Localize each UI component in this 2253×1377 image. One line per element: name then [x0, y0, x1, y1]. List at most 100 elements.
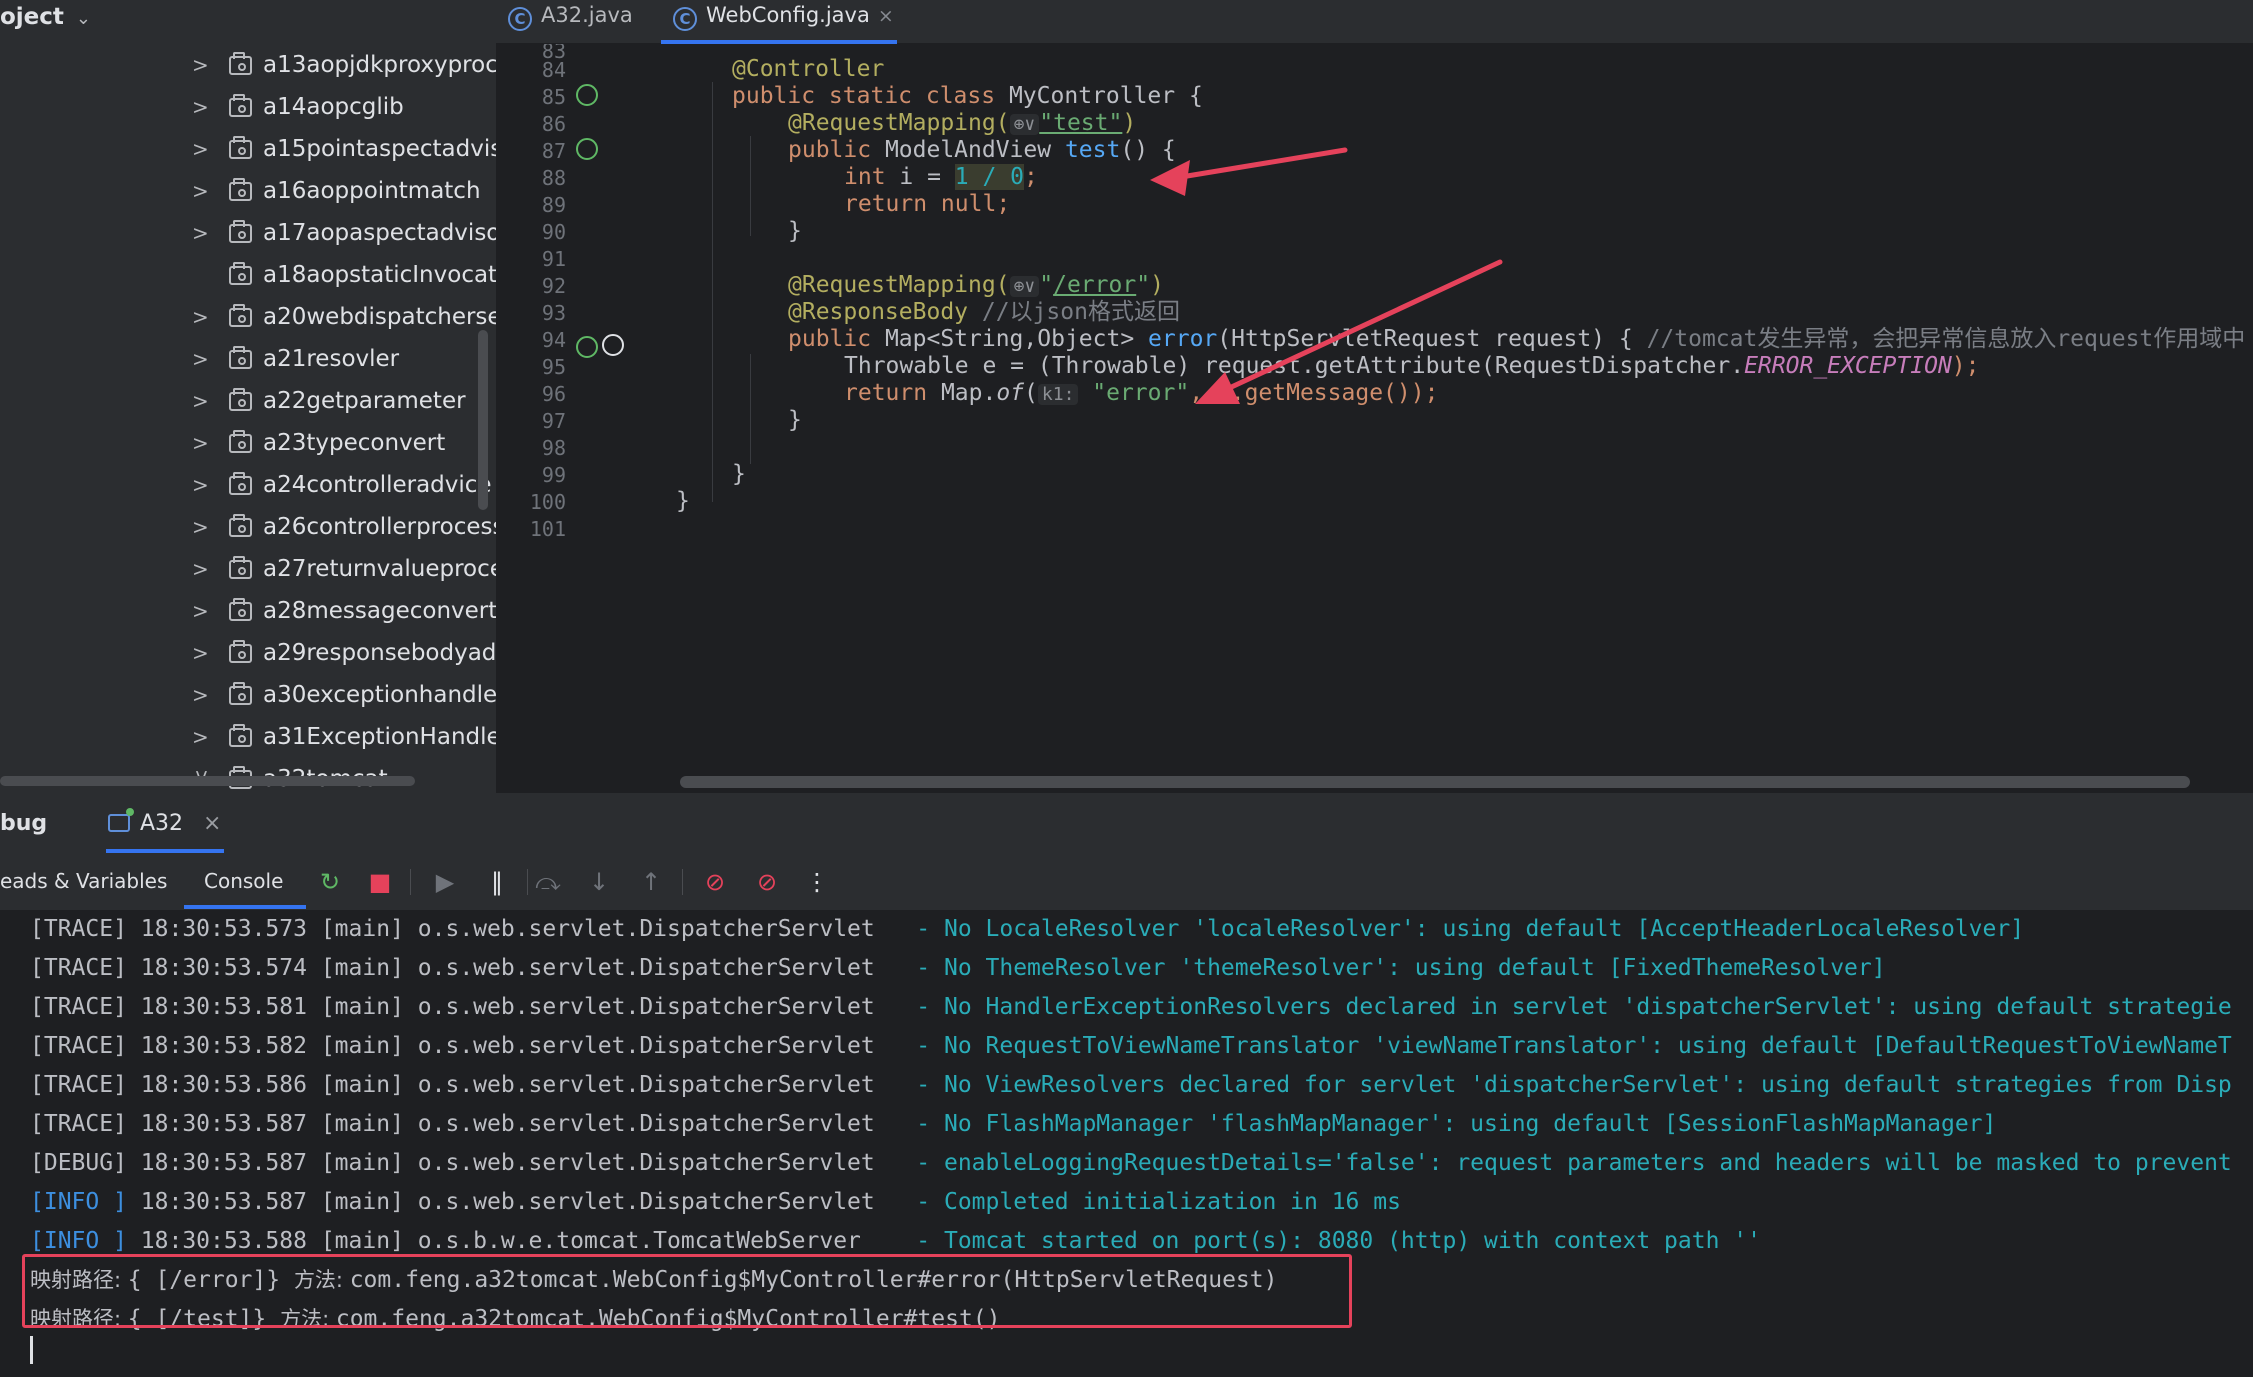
log-logger: o.s.web.servlet.DispatcherServlet [417, 994, 903, 1020]
line-number: 101 [529, 517, 566, 541]
tree-item[interactable]: > a28messageconvert [0, 590, 496, 632]
tree-item[interactable]: > a30exceptionhandler [0, 674, 496, 716]
tree-item[interactable]: a18aopstaticInvocatio [0, 254, 496, 296]
mute-breakpoints-icon[interactable]: ⊘ [752, 867, 782, 897]
web-endpoint-gutter-icon[interactable] [576, 336, 598, 358]
tree-item[interactable]: > a22getparameter [0, 380, 496, 422]
log-logger: o.s.web.servlet.DispatcherServlet [417, 1033, 903, 1059]
expand-arrow-icon[interactable]: > [192, 380, 212, 422]
package-folder-icon [229, 304, 252, 327]
tree-item[interactable]: > a24controlleradvice [0, 464, 496, 506]
expand-arrow-icon[interactable]: > [192, 464, 212, 506]
rerun-icon[interactable]: ↻ [315, 867, 345, 897]
log-level: [TRACE] [30, 1033, 127, 1059]
method-name: test [1064, 137, 1121, 163]
tab-a32-java[interactable]: C A32.java [496, 0, 656, 44]
tree-item[interactable]: > a21resovler [0, 338, 496, 380]
web-endpoint-gutter-icon[interactable] [576, 138, 598, 160]
tree-item-label: a13aopjdkproxyproces [263, 52, 496, 78]
step-into-icon[interactable]: ↓ [584, 867, 614, 897]
tree-item[interactable]: > a16aoppointmatch [0, 170, 496, 212]
log-message: - No ThemeResolver 'themeResolver': usin… [902, 955, 1886, 981]
tree-item[interactable]: > a31ExceptionHandler [0, 716, 496, 758]
tree-item-label: a20webdispatcherserv [263, 304, 496, 330]
expand-arrow-icon[interactable]: > [192, 128, 212, 170]
tab-console[interactable]: Console [204, 869, 283, 893]
expand-arrow-icon[interactable]: > [192, 44, 212, 86]
editor-tab-bar: C A32.java C WebConfig.java × [496, 0, 2253, 44]
package-folder-icon [229, 724, 252, 747]
expand-arrow-icon[interactable]: > [192, 674, 212, 716]
expand-arrow-icon[interactable]: > [192, 170, 212, 212]
expand-arrow-icon[interactable]: > [192, 338, 212, 380]
editor-horizontal-scrollbar[interactable] [680, 776, 2190, 788]
log-message: - No FlashMapManager 'flashMapManager': … [902, 1111, 1997, 1137]
expand-arrow-icon[interactable]: > [192, 632, 212, 674]
expand-arrow-icon[interactable]: > [192, 86, 212, 128]
tree-item-label: a21resovler [263, 346, 400, 372]
code-text: ; [1024, 164, 1038, 190]
tab-threads-variables[interactable]: eads & Variables [0, 869, 167, 893]
package-folder-icon [229, 640, 252, 663]
tree-item-label: a31ExceptionHandler [263, 724, 496, 750]
expand-arrow-icon[interactable]: > [192, 506, 212, 548]
indent-guide [750, 136, 751, 236]
tree-item[interactable]: > a20webdispatcherserv [0, 296, 496, 338]
project-title: oject [0, 4, 64, 30]
project-tree: > a13aopjdkproxyproces > a14aopcglib > a15p… [0, 44, 496, 793]
tree-item-label: a16aoppointmatch [263, 178, 481, 204]
log-thread: [main] [320, 1072, 404, 1098]
code-editor[interactable]: 83 84 85 86 87 88 89 90 91 92 93 94 95 9… [496, 44, 2253, 793]
package-folder-icon [229, 556, 252, 579]
close-icon[interactable]: × [203, 811, 221, 836]
view-breakpoints-icon[interactable]: ⊘ [700, 867, 730, 897]
line-number: 88 [541, 166, 566, 190]
step-over-icon[interactable]: ⤼ [533, 867, 563, 897]
expand-arrow-icon[interactable]: > [192, 590, 212, 632]
tab-webconfig-java[interactable]: C WebConfig.java × [661, 0, 897, 44]
tree-item[interactable]: > a29responsebodyadvi [0, 632, 496, 674]
tree-item[interactable]: > a13aopjdkproxyproces [0, 44, 496, 86]
java-class-icon: C [673, 7, 697, 31]
tree-item[interactable]: > a23typeconvert [0, 422, 496, 464]
expand-arrow-icon[interactable]: > [192, 296, 212, 338]
resume-icon[interactable]: ▶ [430, 867, 460, 897]
expand-arrow-icon[interactable]: > [192, 422, 212, 464]
expand-arrow-icon[interactable]: > [192, 716, 212, 758]
at-annotation-gutter-icon[interactable] [602, 334, 624, 356]
line-number: 85 [541, 85, 566, 109]
log-message: - No RequestToViewNameTranslator 'viewNa… [902, 1033, 2232, 1059]
expand-arrow-icon[interactable]: > [192, 548, 212, 590]
log-time: 18:30:53.573 [140, 916, 307, 942]
line-number: 99 [541, 463, 566, 487]
line-number: 87 [541, 139, 566, 163]
project-vertical-scrollbar[interactable] [478, 330, 488, 510]
pause-icon[interactable]: ‖ [482, 867, 512, 897]
mapping-highlight-box [22, 1254, 1352, 1328]
close-tab-icon[interactable]: × [878, 5, 894, 27]
console-output[interactable]: [TRACE] 18:30:53.573 [main] o.s.web.serv… [0, 910, 2253, 1377]
chevron-down-icon[interactable]: ⌄ [76, 2, 91, 36]
tree-item[interactable]: > a14aopcglib [0, 86, 496, 128]
tree-item[interactable]: > a17aopaspectadvisor [0, 212, 496, 254]
more-options-icon[interactable]: ⋮ [802, 867, 832, 897]
bean-gutter-icon[interactable] [576, 84, 598, 106]
tree-item[interactable]: > a15pointaspectadviso [0, 128, 496, 170]
run-config-tab-a32[interactable]: A32 × [108, 808, 221, 836]
project-horizontal-scrollbar[interactable] [0, 776, 415, 786]
log-thread: [main] [320, 994, 404, 1020]
project-header[interactable]: oject ⌄ [0, 0, 91, 34]
step-out-icon[interactable]: ↑ [636, 867, 666, 897]
package-folder-icon [229, 682, 252, 705]
tree-item[interactable]: > a27returnvalueproces [0, 548, 496, 590]
stop-icon[interactable]: ■ [365, 867, 395, 897]
code-area[interactable]: @Controller public static class MyContro… [676, 44, 2253, 793]
expand-arrow-icon[interactable]: > [192, 212, 212, 254]
package-folder-icon [229, 514, 252, 537]
log-message: - No ViewResolvers declared for servlet … [902, 1072, 2232, 1098]
tree-item-label: a27returnvalueproces [263, 556, 496, 582]
tree-item-label: a29responsebodyadvi [263, 640, 496, 666]
log-thread: [main] [320, 1033, 404, 1059]
log-line: [DEBUG] 18:30:53.587 [main] o.s.web.serv… [30, 1144, 2232, 1183]
tree-item[interactable]: > a26controllerprocess [0, 506, 496, 548]
